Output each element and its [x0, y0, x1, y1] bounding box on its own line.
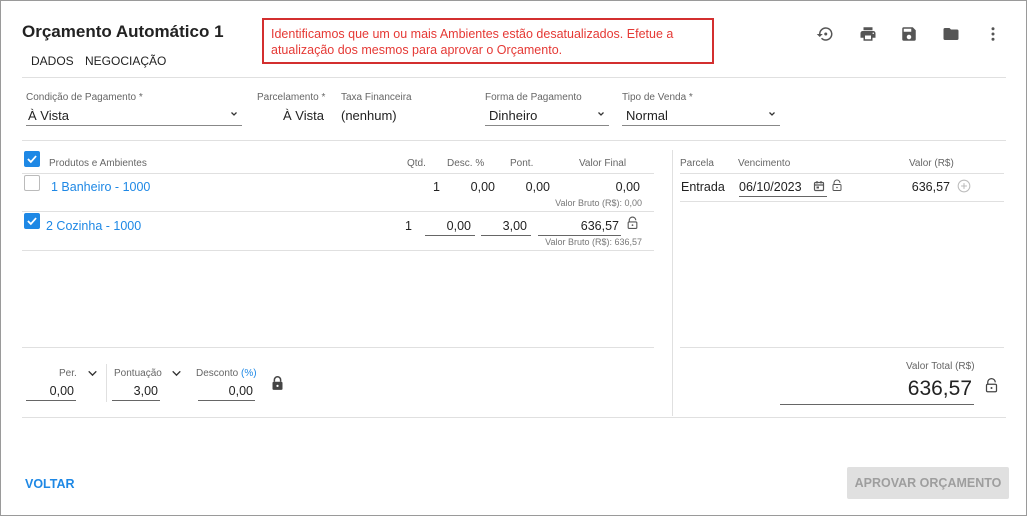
- desc-header: Desc. %: [447, 158, 485, 169]
- products-header: Produtos e Ambientes: [49, 158, 147, 169]
- more-vert-icon[interactable]: [983, 24, 1003, 44]
- desconto-label-text: Desconto: [196, 368, 239, 379]
- form-divider: [22, 140, 1006, 141]
- calendar-icon[interactable]: [813, 180, 825, 192]
- vencimento-value: 06/10/2023: [739, 180, 802, 194]
- qtd-header: Qtd.: [407, 158, 426, 169]
- product-link[interactable]: 1 Banheiro - 1000: [51, 180, 150, 194]
- desconto-unit: (%): [241, 368, 257, 379]
- pontuacao-label: Pontuação: [114, 368, 162, 379]
- aprovar-orcamento-button[interactable]: APROVAR ORÇAMENTO: [847, 467, 1009, 499]
- product-link[interactable]: 2 Cozinha - 1000: [46, 219, 141, 233]
- valor-total-value: 636,57: [780, 377, 974, 405]
- row-checkbox[interactable]: [24, 175, 40, 191]
- valor-final-value: 0,00: [615, 180, 640, 194]
- tipo-label: Tipo de Venda *: [622, 92, 693, 103]
- desconto-input[interactable]: 0,00: [198, 384, 255, 401]
- tipo-select[interactable]: Normal: [622, 104, 780, 126]
- forma-label: Forma de Pagamento: [485, 92, 582, 103]
- vencimento-header: Vencimento: [738, 158, 791, 169]
- print-icon[interactable]: [858, 24, 878, 44]
- chevron-down-icon[interactable]: [86, 367, 99, 380]
- lock-open-icon[interactable]: [626, 216, 639, 230]
- taxa-value: (nenhum): [341, 108, 397, 123]
- add-circle-icon[interactable]: [957, 179, 971, 193]
- footer-divider: [22, 417, 1006, 418]
- lock-open-icon[interactable]: [984, 377, 999, 394]
- row-divider: [22, 211, 654, 212]
- valor-header: Valor (R$): [909, 158, 954, 169]
- header-divider: [22, 77, 1006, 78]
- forma-value: Dinheiro: [489, 108, 538, 123]
- valor-final-input[interactable]: 636,57: [538, 219, 621, 236]
- chevron-down-icon: [769, 112, 775, 116]
- parcelamento-label: Parcelamento *: [257, 92, 326, 103]
- pont-value: 0,00: [525, 180, 550, 194]
- valor-bruto: Valor Bruto (R$): 636,57: [545, 237, 642, 247]
- pont-header: Pont.: [510, 158, 534, 169]
- page-title: Orçamento Automático 1: [22, 22, 224, 41]
- summary-divider: [22, 347, 654, 348]
- desc-value: 0,00: [470, 180, 495, 194]
- parcela-header: Parcela: [680, 158, 714, 169]
- tab-dados[interactable]: DADOS: [31, 54, 74, 68]
- parcela-valor-value: 636,57: [911, 180, 950, 194]
- taxa-label: Taxa Financeira: [341, 92, 412, 103]
- valor-bruto: Valor Bruto (R$): 0,00: [555, 198, 642, 208]
- parcelamento-value: À Vista: [283, 108, 324, 123]
- chevron-down-icon: [598, 112, 604, 116]
- parcela-row-divider: [680, 201, 1004, 202]
- desc-input[interactable]: 0,00: [425, 219, 475, 236]
- lock-open-icon[interactable]: [831, 179, 843, 192]
- voltar-button[interactable]: VOLTAR: [25, 477, 75, 491]
- desconto-label: Desconto (%): [196, 368, 257, 379]
- chevron-down-icon: [231, 112, 237, 116]
- condicao-label: Condição de Pagamento *: [26, 92, 143, 103]
- lock-icon[interactable]: [270, 374, 285, 392]
- history-icon[interactable]: [815, 24, 835, 44]
- chevron-down-icon[interactable]: [170, 367, 183, 380]
- valor-total-label: Valor Total (R$): [906, 361, 975, 372]
- select-all-checkbox[interactable]: [24, 151, 40, 167]
- qtd-value: 1: [433, 180, 440, 194]
- tab-negociacao[interactable]: NEGOCIAÇÃO: [85, 54, 166, 68]
- row-divider: [22, 250, 654, 251]
- summary-divider-right: [680, 347, 1004, 348]
- pont-input[interactable]: 3,00: [481, 219, 531, 236]
- section-divider: [672, 150, 673, 416]
- row-checkbox[interactable]: [24, 213, 40, 229]
- pontuacao-input[interactable]: 3,00: [112, 384, 160, 401]
- parcelas-header-divider: [680, 173, 1004, 174]
- condicao-select[interactable]: À Vista: [26, 104, 242, 126]
- per-input[interactable]: 0,00: [26, 384, 76, 401]
- forma-select[interactable]: Dinheiro: [485, 104, 609, 126]
- save-icon[interactable]: [899, 24, 919, 44]
- per-label: Per.: [59, 368, 77, 379]
- footer-field-divider: [106, 364, 107, 402]
- parcela-value: Entrada: [681, 180, 725, 194]
- valor-final-header: Valor Final: [579, 158, 627, 169]
- products-header-divider: [22, 173, 654, 174]
- outdated-alert: Identificamos que um ou mais Ambientes e…: [262, 18, 714, 64]
- folder-icon[interactable]: [941, 24, 961, 44]
- condicao-value: À Vista: [28, 108, 69, 123]
- qtd-value: 1: [405, 219, 412, 233]
- tipo-value: Normal: [626, 108, 668, 123]
